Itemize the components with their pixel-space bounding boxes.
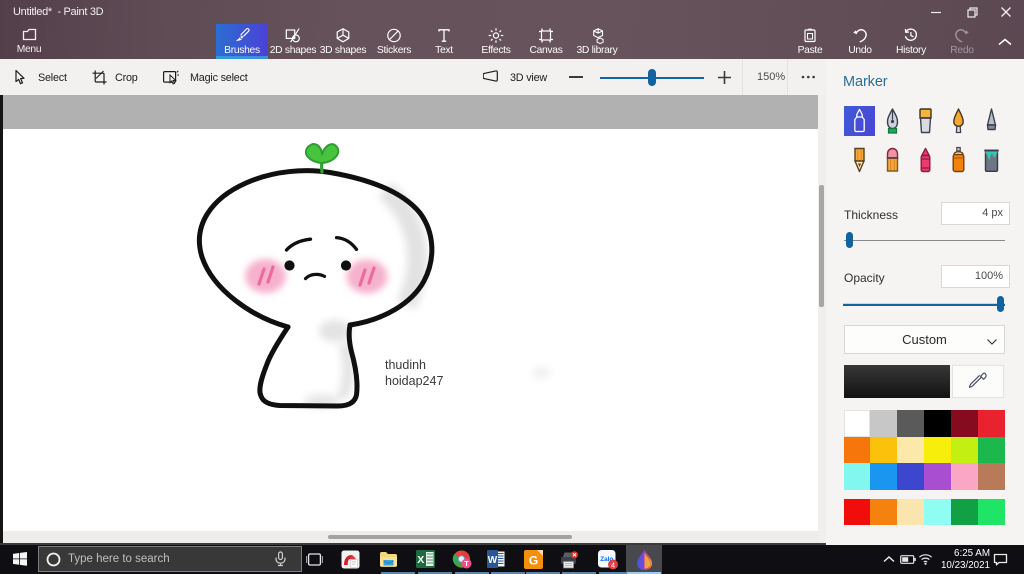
svg-text:thudinh: thudinh — [385, 358, 426, 372]
svg-text:hoidap247: hoidap247 — [385, 374, 443, 388]
svg-text:4: 4 — [611, 560, 615, 569]
svg-text:W: W — [488, 555, 498, 566]
svg-text:G: G — [529, 554, 538, 568]
svg-text:T: T — [464, 559, 469, 568]
svg-text:X: X — [417, 554, 424, 566]
